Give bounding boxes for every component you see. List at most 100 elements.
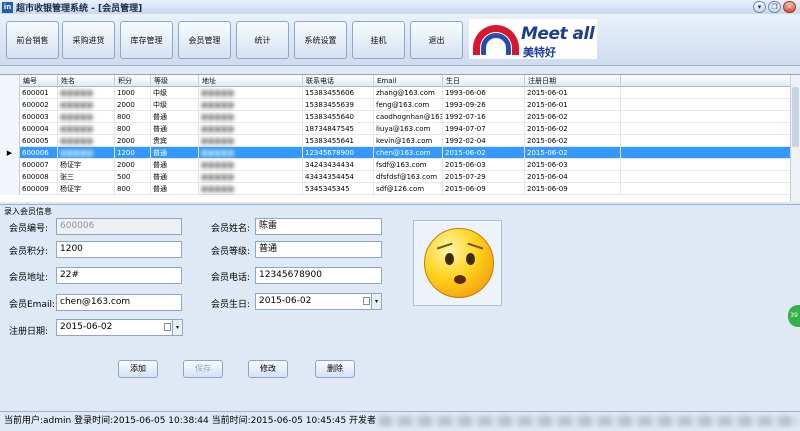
cell-points[interactable]: 800 <box>115 111 151 123</box>
chevron-down-icon[interactable]: ▾ <box>371 294 381 309</box>
cell-email[interactable]: zhang@163.com <box>374 87 443 99</box>
cell-name[interactable]: ■■■■■ <box>58 147 115 159</box>
row-selector[interactable]: ▶ <box>0 147 20 159</box>
table-row[interactable]: 600008 张三 500 普通 ■■■■■ 43434354454 dfsfdsf@163… <box>0 171 790 183</box>
col-header-address[interactable]: 地址 <box>199 75 303 87</box>
member-phone-field[interactable]: 12345678900 <box>255 267 382 284</box>
cell-phone[interactable]: 43434354454 <box>303 171 374 183</box>
cell-level[interactable]: 普通 <box>151 111 199 123</box>
save-button[interactable]: 保存 <box>183 360 223 378</box>
statistics-button[interactable]: 统计 <box>236 21 289 59</box>
cell-points[interactable]: 1000 <box>115 87 151 99</box>
col-header-birthday[interactable]: 生日 <box>443 75 525 87</box>
row-selector[interactable] <box>0 123 20 135</box>
cell-phone[interactable]: 15383455639 <box>303 99 374 111</box>
cell-phone[interactable]: 12345678900 <box>303 147 374 159</box>
cell-level[interactable]: 普通 <box>151 147 199 159</box>
cell-reg-date[interactable]: 2015-06-03 <box>525 159 621 171</box>
edit-button[interactable]: 修改 <box>248 360 288 378</box>
cell-address[interactable]: ■■■■■ <box>199 135 303 147</box>
table-row[interactable]: 600005 ■■■■■ 2000 贵宾 ■■■■■ 15383455641 kevin@1… <box>0 135 790 147</box>
cell-name[interactable]: ■■■■■ <box>58 135 115 147</box>
cell-address[interactable]: ■■■■■ <box>199 111 303 123</box>
cell-name[interactable]: ■■■■■ <box>58 111 115 123</box>
cell-phone[interactable]: 5345345345 <box>303 183 374 195</box>
table-row[interactable]: 600004 ■■■■■ 800 普通 ■■■■■ 18734847545 liuya@16… <box>0 123 790 135</box>
cell-address[interactable]: ■■■■■ <box>199 123 303 135</box>
cell-level[interactable]: 普通 <box>151 183 199 195</box>
table-row[interactable]: ▶ 600006 ■■■■■ 1200 普通 ■■■■■ 12345678900 chen@1… <box>0 147 790 159</box>
row-selector[interactable] <box>0 159 20 171</box>
cell-name[interactable]: ■■■■■ <box>58 123 115 135</box>
cell-reg-date[interactable]: 2015-06-01 <box>525 87 621 99</box>
cell-points[interactable]: 2000 <box>115 135 151 147</box>
member-name-field[interactable]: 陈雷 <box>255 218 382 235</box>
cell-birthday[interactable]: 1993-09-26 <box>443 99 525 111</box>
cell-id[interactable]: 600001 <box>20 87 58 99</box>
floating-widget[interactable]: 39 <box>788 305 800 327</box>
cell-points[interactable]: 2000 <box>115 159 151 171</box>
table-row[interactable]: 600002 ■■■■■ 2000 中级 ■■■■■ 15383455639 feng@16… <box>0 99 790 111</box>
member-id-field[interactable]: 600006 <box>56 218 182 235</box>
cell-points[interactable]: 2000 <box>115 99 151 111</box>
cell-name[interactable]: ■■■■■ <box>58 99 115 111</box>
cell-reg-date[interactable]: 2015-06-01 <box>525 99 621 111</box>
cell-birthday[interactable]: 1993-06-06 <box>443 87 525 99</box>
cell-reg-date[interactable]: 2015-06-09 <box>525 183 621 195</box>
cell-birthday[interactable]: 1992-07-16 <box>443 111 525 123</box>
member-grid[interactable]: 编号 姓名 积分 等级 地址 联系电话 Email 生日 注册日期 600001… <box>0 74 800 202</box>
table-row[interactable]: 600001 ■■■■■ 1000 中级 ■■■■■ 15383455606 zhang@1… <box>0 87 790 99</box>
cell-address[interactable]: ■■■■■ <box>199 159 303 171</box>
member-birthday-picker[interactable]: 2015-06-02 ▾ <box>255 293 382 310</box>
cell-email[interactable]: fsdf@163.com <box>374 159 443 171</box>
row-selector[interactable] <box>0 171 20 183</box>
cell-id[interactable]: 600002 <box>20 99 58 111</box>
table-row[interactable]: 600009 杨证宇 800 普通 ■■■■■ 5345345345 sdf@126.com… <box>0 183 790 195</box>
row-selector[interactable] <box>0 183 20 195</box>
cell-name[interactable]: 杨证宇 <box>58 183 115 195</box>
member-level-field[interactable]: 普通 <box>255 241 382 258</box>
cell-address[interactable]: ■■■■■ <box>199 87 303 99</box>
col-header-email[interactable]: Email <box>374 75 443 87</box>
cell-level[interactable]: 中级 <box>151 87 199 99</box>
row-selector[interactable] <box>0 111 20 123</box>
cell-points[interactable]: 800 <box>115 123 151 135</box>
row-selector[interactable] <box>0 87 20 99</box>
front-sales-button[interactable]: 前台销售 <box>6 21 59 59</box>
member-email-field[interactable]: chen@163.com <box>56 294 182 311</box>
delete-button[interactable]: 删除 <box>315 360 355 378</box>
member-photo[interactable] <box>413 220 502 306</box>
cell-id[interactable]: 600009 <box>20 183 58 195</box>
grid-scroll-thumb[interactable] <box>792 87 799 147</box>
col-header-phone[interactable]: 联系电话 <box>303 75 374 87</box>
cell-address[interactable]: ■■■■■ <box>199 99 303 111</box>
cell-name[interactable]: 张三 <box>58 171 115 183</box>
cell-birthday[interactable]: 2015-06-09 <box>443 183 525 195</box>
cell-points[interactable]: 500 <box>115 171 151 183</box>
col-header-name[interactable]: 姓名 <box>58 75 115 87</box>
hang-up-button[interactable]: 挂机 <box>352 21 405 59</box>
table-row[interactable]: 600003 ■■■■■ 800 普通 ■■■■■ 15383455640 caodhogn… <box>0 111 790 123</box>
cell-reg-date[interactable]: 2015-06-02 <box>525 147 621 159</box>
cell-phone[interactable]: 34243434434 <box>303 159 374 171</box>
cell-level[interactable]: 普通 <box>151 159 199 171</box>
col-header-reg-date[interactable]: 注册日期 <box>525 75 621 87</box>
grid-vertical-scrollbar[interactable] <box>790 75 800 202</box>
cell-id[interactable]: 600004 <box>20 123 58 135</box>
cell-phone[interactable]: 15383455641 <box>303 135 374 147</box>
cell-reg-date[interactable]: 2015-06-02 <box>525 111 621 123</box>
cell-address[interactable]: ■■■■■ <box>199 147 303 159</box>
cell-level[interactable]: 普通 <box>151 123 199 135</box>
chevron-down-icon[interactable]: ▾ <box>172 320 182 335</box>
cell-name[interactable]: ■■■■■ <box>58 87 115 99</box>
col-header-points[interactable]: 积分 <box>115 75 151 87</box>
cell-reg-date[interactable]: 2015-06-02 <box>525 135 621 147</box>
add-button[interactable]: 添加 <box>118 360 158 378</box>
minimize-button[interactable]: ▾ <box>753 1 766 13</box>
table-row[interactable]: 600007 杨证宇 2000 普通 ■■■■■ 34243434434 fsdf@163.… <box>0 159 790 171</box>
cell-phone[interactable]: 15383455640 <box>303 111 374 123</box>
cell-points[interactable]: 800 <box>115 183 151 195</box>
close-button[interactable]: ✕ <box>783 1 796 13</box>
row-selector[interactable] <box>0 135 20 147</box>
cell-level[interactable]: 贵宾 <box>151 135 199 147</box>
